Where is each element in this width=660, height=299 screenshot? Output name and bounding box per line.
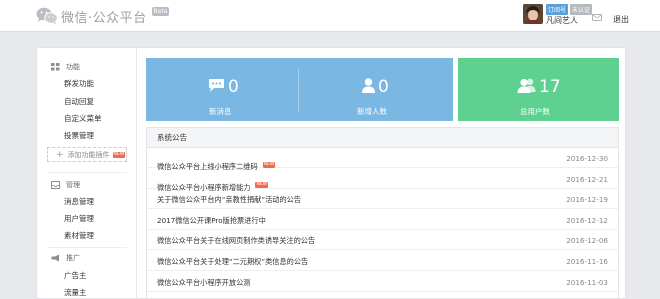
section-title: 管理 xyxy=(66,181,80,189)
announcement-row[interactable]: 微信公众平台小程序新增能力 NEW 2016-12-21 xyxy=(147,169,618,192)
sidebar-item-materials[interactable]: 素材管理 xyxy=(64,230,94,241)
new-messages-count: 0 xyxy=(228,77,239,97)
announcements-title: 系统公告 xyxy=(147,128,618,148)
grid-icon xyxy=(51,63,60,71)
new-messages-label: 新消息 xyxy=(209,107,232,116)
announcement-row[interactable]: 微信公众平台上线小程序二维码 NEW 2016-12-30 xyxy=(147,148,618,171)
logo-text: 微信·公众平台 xyxy=(61,10,147,26)
section-title: 推广 xyxy=(66,254,80,262)
plus-icon: + xyxy=(56,149,64,160)
announcement-date: 2016-11-03 xyxy=(566,277,608,287)
stat-new-followers[interactable]: 0 新增人数 xyxy=(299,58,453,121)
total-users-label: 总用户数 xyxy=(520,107,550,116)
new-followers-label: 新增人数 xyxy=(357,107,387,116)
sidebar-item-custom-menu[interactable]: 自定义菜单 xyxy=(64,113,102,124)
announcement-row[interactable]: 关于微信公众平台内“亲教性捐献”活动的公告 2016-12-19 xyxy=(147,189,618,210)
stat-total-users[interactable]: 17 总用户数 xyxy=(458,58,619,121)
logout-link[interactable]: 退出 xyxy=(613,14,629,25)
announcement-date: 2016-12-30 xyxy=(566,154,608,163)
announcement-date: 2016-11-16 xyxy=(566,257,608,266)
new-badge: NEW xyxy=(262,161,276,168)
announcement-date: 2016-12-06 xyxy=(566,236,608,246)
new-badge: NEW xyxy=(255,182,269,189)
announcement-title[interactable]: 关于微信公众平台内“亲教性捐献”活动的公告 xyxy=(157,195,301,205)
beta-badge: Beta xyxy=(151,6,170,16)
account-type-tag: 订阅号 xyxy=(546,4,569,15)
announcements-panel: 系统公告 微信公众平台上线小程序二维码 NEW 2016-12-30 微信公众平台小程… xyxy=(146,127,619,299)
main-panel: 功能 群发功能 自动回复 自定义菜单 投票管理 + 添加功能插件 NEW 管理 … xyxy=(36,47,626,299)
wechat-logo-icon xyxy=(36,7,58,25)
chat-icon xyxy=(208,78,225,97)
sidebar-divider xyxy=(47,247,127,248)
sidebar-divider xyxy=(47,172,127,173)
sidebar-item-mass-send[interactable]: 群发功能 xyxy=(64,78,94,89)
users-icon xyxy=(517,78,536,97)
add-plugin-label: 添加功能插件 xyxy=(67,150,110,159)
sidebar-item-vote[interactable]: 投票管理 xyxy=(64,130,94,141)
mail-icon[interactable] xyxy=(592,14,602,21)
wechat-logo[interactable]: 微信·公众平台 Beta xyxy=(36,6,170,26)
verify-status-tag: 未认证 xyxy=(570,4,593,15)
sidebar-item-publisher[interactable]: 流量主 xyxy=(64,287,87,298)
sidebar-section-features: 功能 xyxy=(51,62,80,72)
announcement-date: 2016-12-21 xyxy=(566,174,608,184)
announcement-date: 2016-12-12 xyxy=(566,215,608,225)
new-followers-count: 0 xyxy=(378,77,389,97)
promote-icon xyxy=(51,254,60,262)
sidebar-section-promote: 推广 xyxy=(51,253,80,263)
new-badge: NEW xyxy=(112,151,126,158)
section-title: 功能 xyxy=(66,63,80,71)
announcement-row[interactable]: 微信公众平台关于在线网页制作类诱导关注的公告 2016-12-06 xyxy=(147,230,618,251)
add-plugin-button[interactable]: + 添加功能插件 NEW xyxy=(47,147,127,162)
announcement-row[interactable]: 微信公众平台小程序开放公测 2016-11-03 xyxy=(147,272,618,292)
sidebar-item-messages[interactable]: 消息管理 xyxy=(64,196,94,207)
stats-panel-messages-users: 0 新消息 0 新增人数 xyxy=(146,58,453,121)
announcement-title[interactable]: 微信公众平台小程序开放公测 xyxy=(157,278,250,288)
total-users-count: 17 xyxy=(539,77,561,97)
top-header: 微信·公众平台 Beta 订阅号 未认证 凡间艺人 退出 xyxy=(0,0,660,32)
sidebar: 功能 群发功能 自动回复 自定义菜单 投票管理 + 添加功能插件 NEW 管理 … xyxy=(37,48,137,299)
username[interactable]: 凡间艺人 xyxy=(546,15,578,26)
announcement-title[interactable]: 微信公众平台关于在线网页制作类诱导关注的公告 xyxy=(157,236,315,246)
announcement-date: 2016-12-19 xyxy=(566,195,608,205)
inbox-icon xyxy=(51,181,60,189)
stat-new-messages[interactable]: 0 新消息 xyxy=(146,58,298,121)
sidebar-item-advertiser[interactable]: 广告主 xyxy=(64,270,87,281)
sidebar-section-manage: 管理 xyxy=(51,180,80,190)
sidebar-item-auto-reply[interactable]: 自动回复 xyxy=(64,96,94,107)
announcement-title[interactable]: 微信公众平台关于处理“二元期权”类信息的公告 xyxy=(157,257,308,267)
avatar[interactable] xyxy=(523,4,543,24)
account-tags: 订阅号 未认证 xyxy=(546,4,593,15)
announcement-title[interactable]: 2017微信公开课Pro版抢票进行中 xyxy=(157,216,266,226)
user-icon xyxy=(362,78,375,97)
announcement-row[interactable]: 2017微信公开课Pro版抢票进行中 2016-12-12 xyxy=(147,210,618,230)
announcement-row[interactable]: 微信公众平台关于处理“二元期权”类信息的公告 2016-11-16 xyxy=(147,251,618,271)
sidebar-item-users[interactable]: 用户管理 xyxy=(64,213,94,224)
